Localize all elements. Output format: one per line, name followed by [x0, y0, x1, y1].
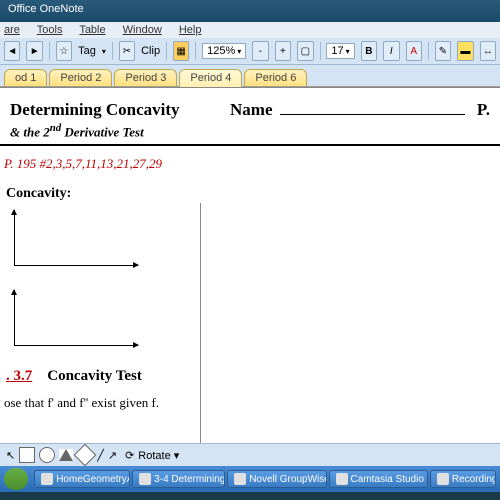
chevron-down-icon[interactable]: ▾	[102, 47, 106, 56]
app-icon	[437, 473, 449, 485]
taskbar-item[interactable]: Recording...	[430, 470, 496, 488]
menu-item[interactable]: Table	[79, 24, 105, 36]
font-color-button[interactable]: A	[406, 41, 422, 61]
windows-taskbar: HomeGeometryAlg... 3-4 Determining C... …	[0, 466, 500, 492]
section-3-7-heading: . 3.7 Concavity Test	[6, 368, 500, 385]
page-title: Determining Concavity	[10, 100, 200, 120]
arrow-shape-icon[interactable]: ↗	[108, 449, 117, 462]
highlighter-icon[interactable]: ▬	[457, 41, 473, 61]
page-icon[interactable]: ▢	[297, 41, 313, 61]
clip-label[interactable]: Clip	[141, 45, 160, 57]
zoom-in-button[interactable]: +	[275, 41, 291, 61]
app-icon	[139, 473, 151, 485]
rotate-label[interactable]: Rotate ▾	[138, 449, 179, 462]
concavity-heading: Concavity:	[6, 186, 500, 202]
clip-icon[interactable]: ✂	[119, 41, 135, 61]
diamond-shape-icon[interactable]	[74, 444, 97, 467]
axes-graph-2	[8, 290, 138, 352]
oval-shape-icon[interactable]	[39, 447, 55, 463]
star-icon[interactable]: ☆	[56, 41, 72, 61]
name-label: Name	[230, 100, 272, 120]
drawing-toolbar: ↖ ╱ ↗ ⟳ Rotate ▾	[0, 443, 500, 466]
tab-period4[interactable]: Period 4	[179, 69, 242, 87]
section-tabs: od 1 Period 2 Period 3 Period 4 Period 6	[0, 65, 500, 87]
forward-button[interactable]: ►	[26, 41, 42, 61]
menu-item[interactable]: Window	[123, 24, 162, 36]
page-canvas[interactable]: Determining Concavity Name P. & the 2nd …	[0, 87, 500, 443]
homework-assignment: P. 195 #2,3,5,7,11,13,21,27,29	[4, 156, 500, 172]
pen-icon[interactable]: ✎	[435, 41, 451, 61]
back-button[interactable]: ◄	[4, 41, 20, 61]
title-bar: Office OneNote	[0, 0, 500, 22]
menu-item[interactable]: Tools	[37, 24, 63, 36]
app-icon	[234, 473, 246, 485]
taskbar-item[interactable]: Novell GroupWise - ...	[227, 470, 326, 488]
app-icon	[41, 473, 53, 485]
menu-item[interactable]: are	[4, 24, 20, 36]
highlight-icon[interactable]: ▦	[173, 41, 189, 61]
taskbar-item[interactable]: 3-4 Determining C...	[132, 470, 225, 488]
page-subtitle: & the 2nd Derivative Test	[10, 122, 500, 140]
fontsize-combo[interactable]: 17▾	[326, 43, 354, 59]
period-label: P.	[477, 100, 490, 120]
tag-label[interactable]: Tag	[78, 45, 96, 57]
theorem-text: ose that f' and f'' exist given f.	[4, 395, 500, 411]
axes-graph-1	[8, 210, 138, 272]
start-button[interactable]	[4, 468, 28, 490]
triangle-shape-icon[interactable]	[59, 449, 73, 461]
main-toolbar: ◄ ► ☆ Tag▾ ✂ Clip ▦ 125%▾ - + ▢ 17▾ B I …	[0, 38, 500, 65]
taskbar-item[interactable]: Camtasia Studio - U...	[329, 470, 428, 488]
arrows-icon[interactable]: ↔	[480, 41, 496, 61]
taskbar-item[interactable]: HomeGeometryAlg...	[34, 470, 130, 488]
title-rule	[0, 144, 500, 146]
zoom-combo[interactable]: 125%▾	[202, 43, 246, 59]
menu-bar: are Tools Table Window Help	[0, 22, 500, 38]
menu-item[interactable]: Help	[179, 24, 202, 36]
vertical-divider	[200, 203, 201, 443]
app-icon	[336, 473, 348, 485]
tab-period1[interactable]: od 1	[4, 69, 47, 86]
line-shape-icon[interactable]: ╱	[97, 449, 104, 462]
rotate-icon[interactable]: ⟳	[125, 449, 134, 462]
pointer-icon[interactable]: ↖	[6, 449, 15, 462]
name-blank-line	[280, 100, 464, 115]
tab-period2[interactable]: Period 2	[49, 69, 112, 86]
tab-period6[interactable]: Period 6	[244, 69, 307, 86]
italic-button[interactable]: I	[383, 41, 399, 61]
rect-shape-icon[interactable]	[19, 447, 35, 463]
bold-button[interactable]: B	[361, 41, 377, 61]
app-title: Office OneNote	[8, 3, 84, 15]
tab-period3[interactable]: Period 3	[114, 69, 177, 86]
zoom-out-button[interactable]: -	[252, 41, 268, 61]
